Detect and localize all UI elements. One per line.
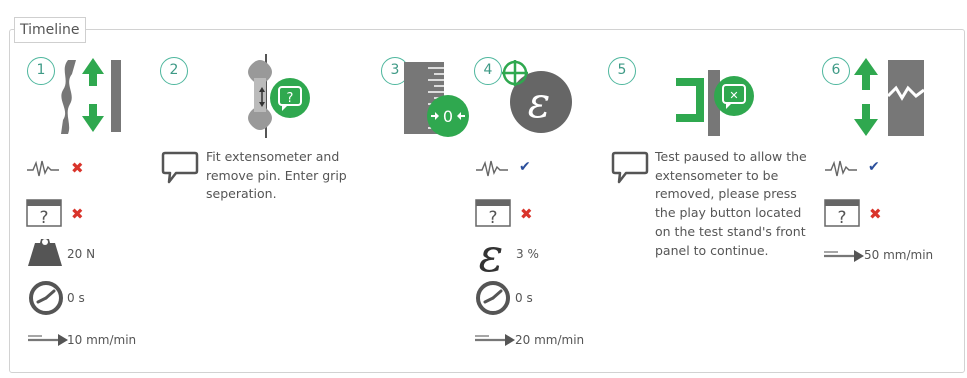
waveform-icon (825, 160, 857, 177)
calendar-question-icon: ? (475, 199, 511, 227)
time-value: 0 s (67, 291, 85, 305)
speech-bubble-icon (161, 151, 199, 184)
svg-text:ε: ε (479, 233, 504, 275)
svg-text:?: ? (837, 208, 846, 227)
svg-text:?: ? (287, 91, 294, 106)
step-5-note: Test paused to allow the extensometer to… (655, 149, 807, 258)
step-2-number: 2 (160, 57, 188, 85)
waveform-icon (476, 160, 508, 177)
svg-text:0: 0 (443, 107, 453, 126)
time-value: 0 s (515, 291, 533, 305)
break-detect-icon[interactable] (848, 58, 928, 138)
epsilon-icon: ε (479, 233, 504, 275)
speed-value: 50 mm/min (864, 248, 934, 262)
prompt-off-icon: ✖ (869, 205, 882, 223)
waveform-icon (27, 160, 59, 177)
svg-text:?: ? (39, 208, 48, 227)
timeline-legend: Timeline (14, 17, 86, 43)
speed-value: 10 mm/min (67, 333, 137, 347)
weight-icon (28, 239, 62, 266)
data-capture-off-icon: ✖ (71, 159, 84, 177)
calendar-question-icon: ? (824, 199, 860, 227)
strain-value: 3 % (516, 247, 539, 261)
prompt-off-icon: ✖ (71, 205, 84, 223)
strain-zero-icon[interactable]: ε (502, 60, 574, 136)
step-5-number: 5 (608, 57, 636, 85)
extensometer-message-icon[interactable]: ? (240, 54, 314, 138)
speech-bubble-icon (611, 151, 649, 184)
speed-arrow-icon (28, 334, 68, 346)
step-6-number: 6 (822, 57, 850, 85)
zero-position-icon[interactable]: 0 (404, 62, 470, 138)
load-value: 20 N (67, 247, 96, 261)
remove-extensometer-icon[interactable]: ✕ (676, 70, 758, 136)
data-capture-on-icon: ✔ (519, 159, 531, 175)
speed-arrow-icon (824, 250, 864, 262)
svg-text:ε: ε (528, 78, 551, 127)
clock-icon (476, 281, 510, 315)
prompt-off-icon: ✖ (520, 205, 533, 223)
clock-icon (29, 281, 63, 315)
step-1-number: 1 (27, 57, 55, 85)
data-capture-on-icon: ✔ (868, 159, 880, 175)
speed-arrow-icon (475, 334, 515, 346)
speed-value: 20 mm/min (515, 333, 585, 347)
svg-text:✕: ✕ (729, 89, 738, 102)
calendar-question-icon: ? (26, 199, 62, 227)
step-2-note: Fit extensometer and remove pin. Enter g… (206, 149, 347, 202)
step-4-number: 4 (474, 57, 502, 85)
grip-move-icon[interactable] (56, 58, 126, 134)
svg-text:?: ? (488, 208, 497, 227)
